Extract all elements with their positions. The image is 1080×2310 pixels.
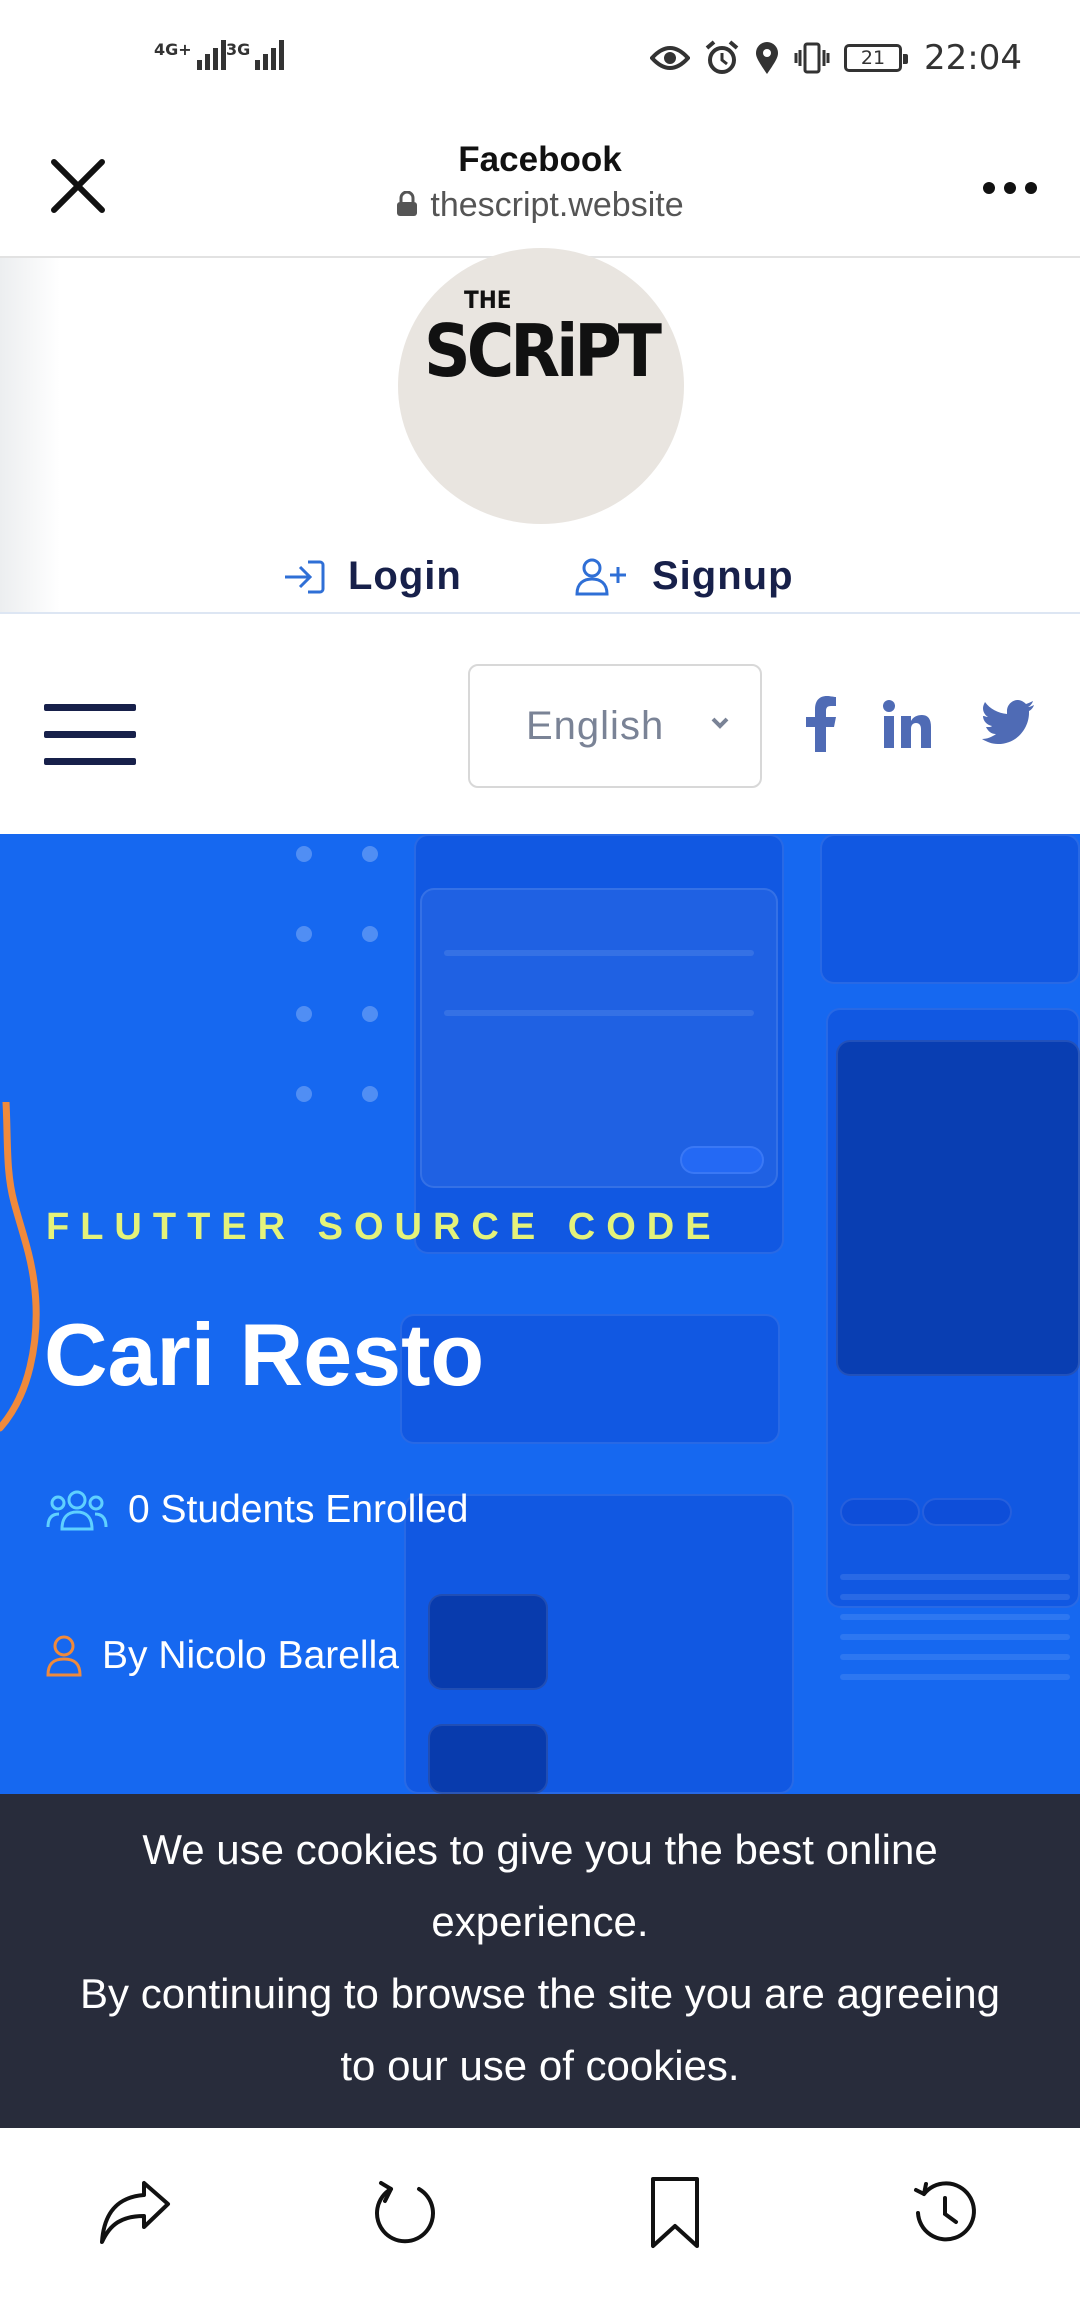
chevron-down-icon xyxy=(711,717,729,729)
url-text: thescript.website xyxy=(430,186,684,224)
login-label: Login xyxy=(348,554,462,598)
location-icon xyxy=(756,42,779,74)
browser-toolbar xyxy=(0,2128,1080,2310)
lock-icon xyxy=(397,191,418,217)
share-icon xyxy=(100,2181,170,2244)
site-header: THE SCRiPT Login Signup xyxy=(0,248,1080,614)
refresh-icon xyxy=(375,2181,435,2244)
course-hero: FLUTTER SOURCE CODE Cari Resto 0 Student… xyxy=(0,834,1080,1794)
enrollment-count: 0 Students Enrolled xyxy=(46,1488,468,1532)
login-icon xyxy=(285,560,325,593)
author-text: By Nicolo Barella xyxy=(102,1634,399,1677)
network-label-1: 4G+ xyxy=(154,40,192,59)
bookmark-button[interactable] xyxy=(630,2168,720,2258)
vibrate-icon xyxy=(794,42,830,74)
more-dot-icon xyxy=(983,182,995,194)
status-bar: 4G+ 3G 21 22:04 xyxy=(0,0,1080,118)
signup-link[interactable]: Signup xyxy=(574,554,794,599)
browser-header: Facebook thescript.website xyxy=(0,118,1080,258)
more-options-button[interactable] xyxy=(970,158,1050,218)
facebook-icon xyxy=(806,696,836,752)
refresh-button[interactable] xyxy=(360,2168,450,2258)
language-value: English xyxy=(526,703,665,748)
cookie-line-2: By continuing to browse the site you are… xyxy=(80,1970,1000,2089)
battery-icon: 21 xyxy=(844,44,909,72)
share-button[interactable] xyxy=(90,2168,180,2258)
twitter-icon xyxy=(982,700,1034,744)
facebook-link[interactable] xyxy=(800,696,840,757)
menu-button[interactable] xyxy=(44,704,136,766)
login-link[interactable]: Login xyxy=(282,554,462,599)
user-icon xyxy=(46,1635,82,1677)
history-button[interactable] xyxy=(900,2168,990,2258)
signup-label: Signup xyxy=(652,554,794,598)
history-icon xyxy=(914,2181,976,2242)
eye-icon xyxy=(650,46,691,70)
nav-bar: English xyxy=(0,614,1080,834)
course-title: Cari Resto xyxy=(44,1305,485,1404)
logo-main-text: SCRiPT xyxy=(424,309,662,393)
bookmark-icon xyxy=(651,2177,699,2248)
course-category: FLUTTER SOURCE CODE xyxy=(46,1206,722,1248)
network-label-2: 3G xyxy=(226,40,251,59)
author-row: By Nicolo Barella xyxy=(46,1634,399,1678)
cookie-line-1: We use cookies to give you the best onli… xyxy=(142,1826,938,1945)
add-user-icon xyxy=(575,558,626,595)
site-logo[interactable]: THE SCRiPT xyxy=(398,248,684,524)
cookie-banner[interactable]: We use cookies to give you the best onli… xyxy=(0,1794,1080,2128)
twitter-link[interactable] xyxy=(982,700,1034,749)
url-bar[interactable]: thescript.website xyxy=(0,186,1080,225)
linkedin-link[interactable] xyxy=(882,700,932,755)
linkedin-icon xyxy=(883,700,931,748)
language-select[interactable]: English xyxy=(468,664,762,788)
alarm-icon xyxy=(705,40,739,74)
logo-mark: THE SCRiPT xyxy=(424,286,666,393)
signal-3g-icon: 3G xyxy=(226,40,285,70)
page-title: Facebook xyxy=(458,140,622,179)
enrollment-text: 0 Students Enrolled xyxy=(128,1488,469,1531)
students-icon xyxy=(46,1490,108,1531)
hamburger-icon xyxy=(44,704,136,711)
signal-4g-icon: 4G+ xyxy=(154,40,226,70)
status-icons: 21 22:04 xyxy=(650,38,1022,78)
clock: 22:04 xyxy=(924,38,1022,78)
